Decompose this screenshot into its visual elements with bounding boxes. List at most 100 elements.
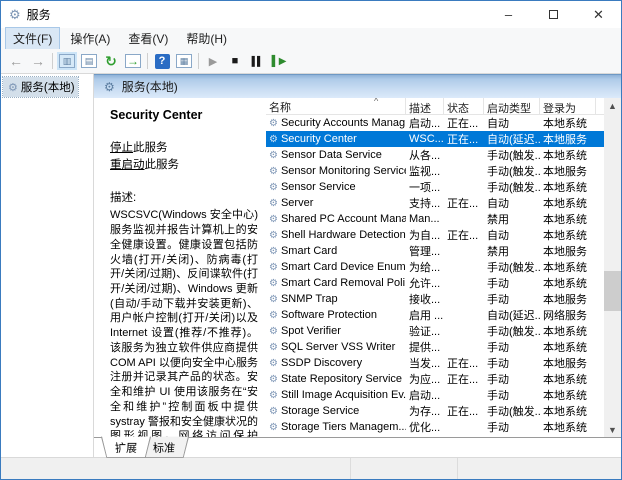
table-row[interactable]: ⚙Security Accounts Manag...启动...正在...自动本… (266, 115, 604, 131)
table-row[interactable]: ⚙Sensor Monitoring Service监视... 手动(触发...本… (266, 163, 604, 179)
services-gear-icon: ⚙ (8, 81, 18, 94)
table-cell: 从各... (406, 147, 444, 163)
table-cell: ⚙SQL Server VSS Writer (266, 341, 406, 353)
scroll-down-arrow[interactable]: ▼ (604, 422, 621, 437)
minimize-button[interactable]: – (486, 1, 531, 28)
table-cell: 手动(触发... (484, 259, 540, 275)
stop-service-suffix: 此服务 (133, 142, 168, 154)
table-row[interactable]: ⚙SNMP Trap接收...手动本地服务 (266, 291, 604, 307)
maximize-button[interactable] (531, 1, 576, 28)
forward-button[interactable]: → (27, 51, 49, 71)
scroll-up-arrow[interactable]: ▲ (604, 98, 621, 113)
column-header[interactable]: 名称^ (266, 98, 406, 114)
export-list-button[interactable]: → (122, 51, 144, 71)
back-button[interactable]: ← (5, 51, 27, 71)
table-cell: 本地系统 (540, 339, 596, 355)
table-cell: 正在... (444, 131, 484, 147)
menu-action[interactable]: 操作(A) (63, 28, 117, 49)
column-header[interactable]: 启动类型 (484, 98, 540, 114)
table-cell: 本地系统 (540, 195, 596, 211)
table-row[interactable]: ⚙Still Image Acquisition Ev...启动...手动本地系… (266, 387, 604, 403)
properties-button[interactable]: ▤ (78, 51, 100, 71)
table-cell: 接收... (406, 291, 444, 307)
service-gear-icon: ⚙ (269, 294, 278, 305)
table-cell: 本地服务 (540, 163, 596, 179)
table-cell: 允许... (406, 275, 444, 291)
table-row[interactable]: ⚙Storage Tiers Managem...优化...手动本地系统 (266, 419, 604, 435)
table-row[interactable]: ⚙Storage Service为存...正在...手动(触发...本地系统 (266, 403, 604, 419)
stop-service-button[interactable]: ■ (224, 51, 246, 71)
table-cell: 本地服务 (540, 355, 596, 371)
tree-item-services-local[interactable]: ⚙ 服务(本地) (3, 77, 78, 97)
table-row[interactable]: ⚙Sensor Service一项...手动(触发...本地系统 (266, 179, 604, 195)
table-row[interactable]: ⚙Shared PC Account Mana...Man...禁用本地系统 (266, 211, 604, 227)
service-gear-icon: ⚙ (269, 358, 278, 369)
service-gear-icon: ⚙ (269, 374, 278, 385)
scrollbar-thumb[interactable] (604, 271, 621, 311)
column-header[interactable]: 状态 (444, 98, 484, 114)
table-row[interactable]: ⚙Spot Verifier验证...手动(触发...本地系统 (266, 323, 604, 339)
table-row[interactable]: ⚙SQL Server VSS Writer提供... 手动本地系统 (266, 339, 604, 355)
table-cell: 一项... (406, 179, 444, 195)
service-gear-icon: ⚙ (269, 150, 278, 161)
menu-file[interactable]: 文件(F) (6, 28, 59, 49)
restart-service-button[interactable]: ▌▶ (268, 51, 290, 71)
start-service-button[interactable]: ▶ (202, 51, 224, 71)
menu-view[interactable]: 查看(V) (121, 28, 175, 49)
service-rows: ⚙Security Accounts Manag...启动...正在...自动本… (266, 115, 604, 435)
stop-service-link[interactable]: 停止 (110, 142, 133, 154)
column-header[interactable]: 描述 (406, 98, 444, 114)
table-cell: 监视... (406, 163, 444, 179)
restart-service-line: 重启动此服务 (110, 157, 258, 174)
toolbar-separator (147, 53, 148, 69)
toolbar-separator (198, 53, 199, 69)
table-cell: 手动(触发... (484, 323, 540, 339)
status-bar (1, 457, 621, 479)
table-row[interactable]: ⚙Smart Card Device Enum...为给...手动(触发...本… (266, 259, 604, 275)
table-cell: 本地系统 (540, 371, 596, 387)
table-row[interactable]: ⚙Smart Card管理...禁用本地服务 (266, 243, 604, 259)
table-cell: 支持... (406, 195, 444, 211)
refresh-button[interactable]: ↻ (100, 51, 122, 71)
table-cell: 手动 (484, 371, 540, 387)
table-cell: 手动 (484, 339, 540, 355)
table-cell: ⚙Sensor Monitoring Service (266, 165, 406, 177)
pause-service-button[interactable]: ▌▌ (246, 51, 268, 71)
table-cell: 验证... (406, 323, 444, 339)
table-cell: 正在... (444, 403, 484, 419)
table-row[interactable]: ⚙State Repository Service为应...正在...手动本地系… (266, 371, 604, 387)
table-row[interactable]: ⚙Server支持...正在...自动本地系统 (266, 195, 604, 211)
table-cell: 本地服务 (540, 131, 596, 147)
service-gear-icon: ⚙ (269, 406, 278, 417)
table-row[interactable]: ⚙Sensor Data Service从各...手动(触发...本地系统 (266, 147, 604, 163)
restart-service-link[interactable]: 重启动 (110, 159, 145, 171)
table-row[interactable]: ⚙Smart Card Removal Poli...允许...手动本地系统 (266, 275, 604, 291)
extended-pane-button[interactable]: ▦ (173, 51, 195, 71)
table-row[interactable]: ⚙Software Protection启用 ...自动(延迟...网络服务 (266, 307, 604, 323)
vertical-scrollbar[interactable]: ▲ ▼ (604, 98, 621, 437)
table-cell: WSC... (406, 133, 444, 145)
column-header[interactable]: 登录为 (540, 98, 596, 114)
table-cell: 手动(触发... (484, 163, 540, 179)
stop-icon: ■ (232, 55, 239, 67)
menu-help[interactable]: 帮助(H) (179, 28, 234, 49)
close-button[interactable]: ✕ (576, 1, 621, 28)
table-cell: 正在... (444, 115, 484, 131)
table-cell: 优化... (406, 419, 444, 435)
help-button[interactable]: ? (151, 51, 173, 71)
table-row[interactable]: ⚙Security CenterWSC...正在...自动(延迟...本地服务 (266, 131, 604, 147)
show-console-tree-button[interactable]: ▥ (56, 51, 78, 71)
table-row[interactable]: ⚙SSDP Discovery当发...正在...手动本地服务 (266, 355, 604, 371)
table-cell: Man... (406, 213, 444, 225)
help-icon: ? (155, 54, 170, 69)
toolbar: ← → ▥ ▤ ↻ → ? ▦ ▶ ■ ▌▌ ▌▶ (1, 49, 621, 74)
main-area: ⚙ 服务(本地) ⚙ 服务(本地) Security Center 停止此服务 … (1, 74, 621, 457)
stop-service-line: 停止此服务 (110, 140, 258, 157)
restart-service-suffix: 此服务 (145, 159, 180, 171)
table-cell: 提供... (406, 339, 444, 355)
service-gear-icon: ⚙ (269, 118, 278, 129)
table-row[interactable]: ⚙Shell Hardware Detection为自...正在...自动本地系… (266, 227, 604, 243)
table-cell: 自动(延迟... (484, 131, 540, 147)
tab-extended[interactable]: 扩展 (101, 437, 151, 458)
scrollbar-track[interactable] (604, 113, 621, 422)
